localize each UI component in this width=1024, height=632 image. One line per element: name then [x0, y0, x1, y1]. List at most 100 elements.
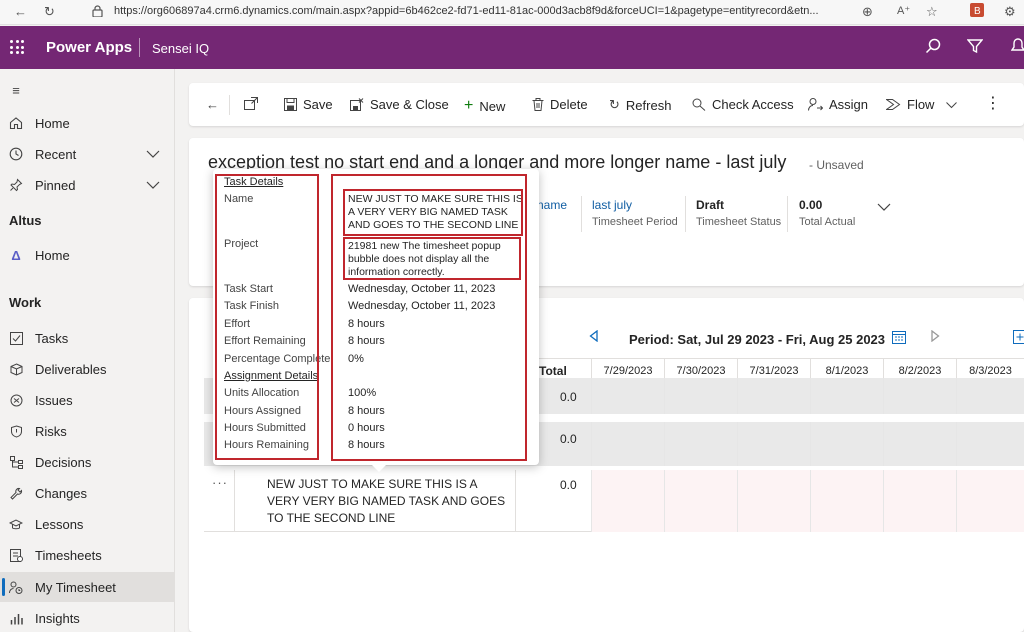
chevron-down-icon[interactable] — [146, 178, 160, 192]
sidebar-item-home[interactable]: Home — [0, 108, 175, 138]
separator — [685, 196, 686, 232]
clock-icon — [8, 146, 24, 162]
flow-label: Flow — [907, 97, 935, 112]
hamburger-icon: ≡ — [12, 82, 20, 98]
address-bar[interactable]: https://org606897a4.crm6.dynamics.com/ma… — [114, 5, 819, 17]
sidebar-item-label: My Timesheet — [35, 579, 116, 595]
open-new-window-button[interactable] — [244, 97, 264, 110]
sidebar-item-lessons[interactable]: Lessons — [0, 509, 175, 539]
filter-icon[interactable] — [966, 38, 984, 59]
box-icon — [8, 361, 24, 377]
sidebar-item-label: Deliverables — [35, 361, 107, 377]
sidebar-item-label: Timesheets — [35, 547, 102, 563]
command-bar: ← Save Save & Close + New Delete ↻ Refresh… — [189, 83, 1024, 126]
sidebar-item-timesheets[interactable]: Timesheets — [0, 540, 175, 570]
app-name[interactable]: Power Apps — [46, 39, 132, 56]
chevron-down-icon[interactable] — [877, 200, 891, 214]
save-label: Save — [303, 97, 333, 112]
sidebar-section-altus: Altus — [9, 213, 42, 228]
back-arrow-icon[interactable]: ← — [14, 4, 27, 19]
assign-button[interactable]: Assign — [808, 97, 868, 112]
zoom-icon[interactable]: ⊕ — [862, 4, 873, 20]
tooltip-tail — [370, 463, 388, 472]
extension-icon[interactable]: B — [970, 3, 984, 20]
new-button[interactable]: + New — [464, 97, 505, 115]
separator — [229, 95, 230, 115]
chevron-down-icon[interactable] — [146, 147, 160, 161]
search-icon[interactable] — [925, 38, 941, 59]
save-button[interactable]: Save — [284, 97, 333, 112]
favorite-star-icon[interactable]: ☆ — [926, 4, 938, 20]
notifications-bell-icon[interactable] — [1010, 38, 1024, 59]
browser-toolbar: ← ↻ https://org606897a4.crm6.dynamics.co… — [0, 0, 1024, 25]
period-label: Period: Sat, Jul 29 2023 - Fri, Aug 25 2… — [629, 332, 886, 347]
sidebar-item-label: Home — [35, 115, 70, 131]
sidebar-item-deliverables[interactable]: Deliverables — [0, 354, 175, 384]
refresh-icon: ↻ — [609, 97, 620, 112]
lock-icon[interactable] — [92, 5, 103, 20]
sidebar-item-altus-home[interactable]: Δ Home — [0, 240, 175, 270]
sidebar-item-label: Tasks — [35, 330, 69, 346]
more-commands-button[interactable]: ⋮ — [985, 93, 1001, 113]
next-period-icon[interactable] — [931, 329, 940, 345]
pin-icon — [8, 177, 24, 193]
calendar-icon[interactable] — [892, 330, 906, 347]
save-icon — [284, 98, 297, 111]
header-divider — [139, 38, 140, 57]
total-actual-label: Total Actual — [799, 216, 856, 228]
check-access-button[interactable]: Check Access — [692, 97, 794, 112]
delete-button[interactable]: Delete — [532, 97, 588, 112]
save-close-button[interactable]: Save & Close — [350, 97, 449, 112]
sidebar-item-tasks[interactable]: Tasks — [0, 323, 175, 353]
back-button[interactable]: ← — [206, 97, 225, 112]
sidebar-item-label: Insights — [35, 610, 80, 626]
shield-icon — [8, 423, 24, 439]
sidebar-item-label: Home — [35, 247, 70, 263]
sidebar-item-decisions[interactable]: Decisions — [0, 447, 175, 477]
sidebar-item-changes[interactable]: Changes — [0, 478, 175, 508]
day-cells[interactable] — [591, 378, 1024, 414]
task-name[interactable]: NEW JUST TO MAKE SURE THIS IS A VERY VER… — [267, 476, 512, 527]
table-row[interactable]: ··· NEW JUST TO MAKE SURE THIS IS A VERY… — [204, 470, 1024, 532]
app-header: Power Apps Sensei IQ — [0, 26, 1024, 69]
bar-chart-icon — [8, 610, 24, 626]
checkbox-icon — [8, 330, 24, 346]
day-cells[interactable] — [591, 470, 1024, 532]
sidebar-item-recent[interactable]: Recent — [0, 139, 175, 169]
refresh-button[interactable]: ↻ Refresh — [609, 97, 671, 113]
open-in-new-window-icon — [244, 97, 258, 110]
extensions-puzzle-icon[interactable]: ⚙ — [1004, 4, 1016, 20]
chevron-down-icon — [946, 97, 958, 112]
flow-icon — [886, 98, 901, 111]
save-close-label: Save & Close — [370, 97, 449, 112]
new-label: New — [479, 98, 506, 114]
hamburger-menu-button[interactable]: ≡ — [0, 75, 175, 105]
timesheet-period-value[interactable]: last july — [592, 198, 678, 212]
environment-name[interactable]: Sensei IQ — [152, 41, 209, 56]
app-launcher-icon[interactable] — [10, 40, 24, 54]
sidebar-item-pinned[interactable]: Pinned — [0, 170, 175, 200]
day-cells[interactable] — [591, 422, 1024, 466]
delta-icon: Δ — [11, 247, 21, 263]
sidebar-item-my-timesheet[interactable]: My Timesheet — [0, 572, 175, 602]
add-row-icon[interactable] — [1013, 330, 1024, 347]
annotation-box-project — [343, 237, 521, 280]
graduation-cap-icon — [8, 516, 24, 532]
sidebar-item-label: Issues — [35, 392, 73, 408]
header-field-name[interactable]: name — [537, 198, 567, 212]
sidebar-item-insights[interactable]: Insights — [0, 603, 175, 632]
sidebar-item-issues[interactable]: Issues — [0, 385, 175, 415]
reload-icon[interactable]: ↻ — [44, 4, 55, 20]
sidebar-item-label: Risks — [35, 423, 67, 439]
header-field-value[interactable]: name — [537, 198, 567, 212]
total-actual-value: 0.00 — [799, 198, 823, 212]
previous-period-icon[interactable] — [589, 329, 598, 345]
sidebar-item-label: Lessons — [35, 516, 84, 532]
row-more-icon[interactable]: ··· — [212, 475, 228, 490]
check-access-label: Check Access — [712, 97, 794, 112]
flow-button[interactable]: Flow — [886, 97, 958, 112]
read-aloud-icon[interactable]: A⁺ — [897, 4, 910, 17]
header-field-period: last july Timesheet Period — [592, 198, 678, 228]
more-vertical-icon: ⋮ — [985, 95, 1001, 112]
sidebar-item-risks[interactable]: Risks — [0, 416, 175, 446]
